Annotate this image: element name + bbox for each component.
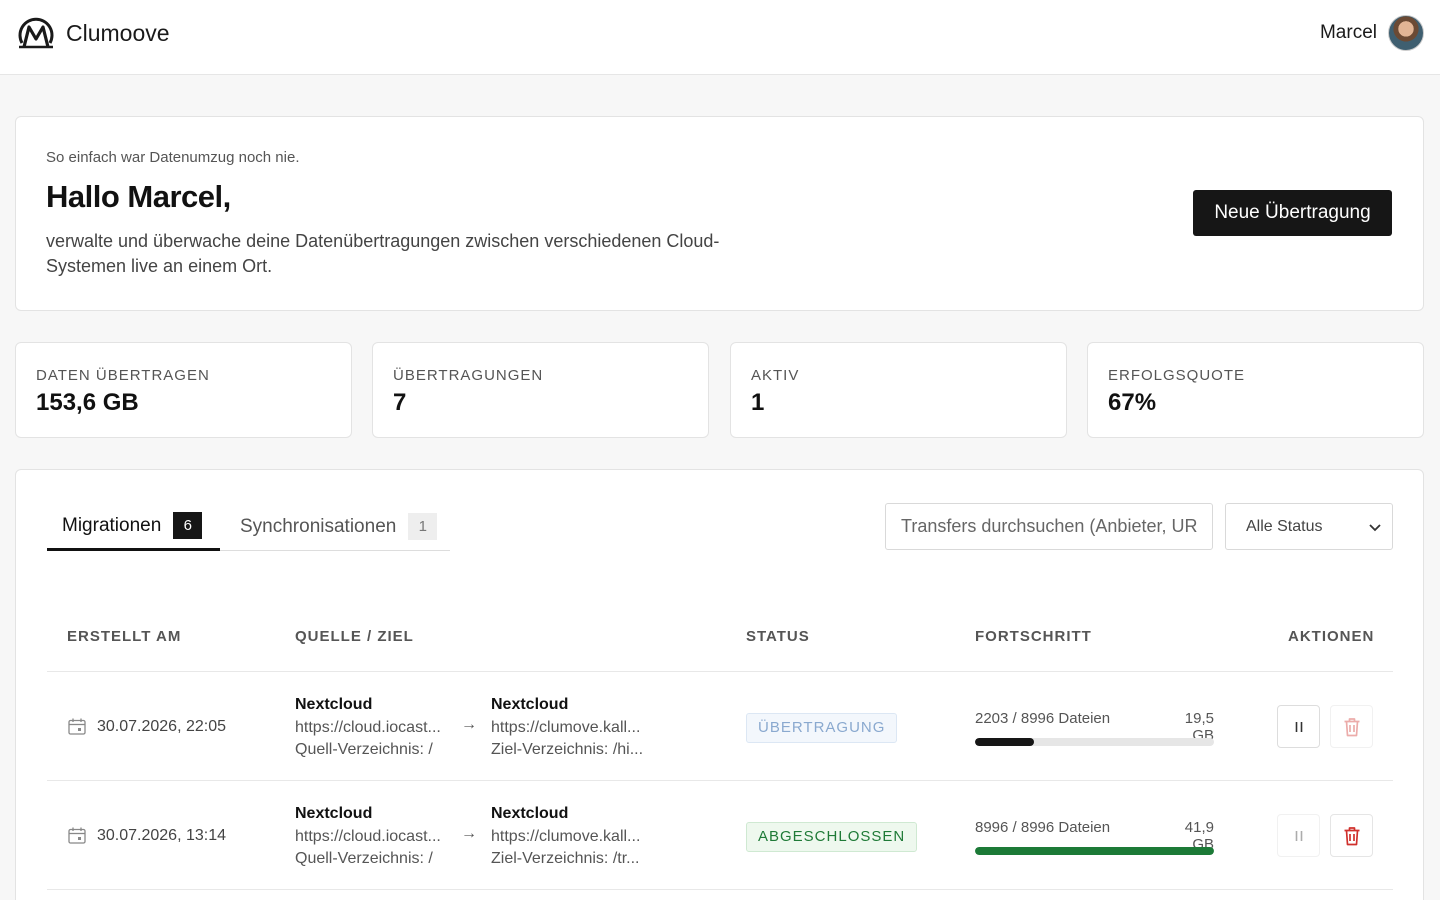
column-header-status: STATUS bbox=[746, 628, 810, 645]
stat-card-success-rate: ERFOLGSQUOTE 67% bbox=[1087, 342, 1424, 438]
progress-files: 8996 / 8996 Dateien bbox=[975, 819, 1111, 836]
stat-card-data-transferred: DATEN ÜBERTRAGEN 153,6 GB bbox=[15, 342, 352, 438]
status-filter-value: Alle Status bbox=[1246, 517, 1323, 535]
stat-label: ERFOLGSQUOTE bbox=[1108, 367, 1246, 384]
target-url: https://clumove.kall... bbox=[491, 718, 641, 736]
divider bbox=[47, 889, 1393, 890]
column-header-actions: AKTIONEN bbox=[1288, 628, 1375, 645]
target-directory: Ziel-Verzeichnis: /hi... bbox=[491, 741, 644, 758]
column-header-progress: FORTSCHRITT bbox=[975, 628, 1092, 645]
pause-icon bbox=[1295, 830, 1302, 841]
brand-name[interactable]: Clumoove bbox=[66, 20, 170, 47]
welcome-card: So einfach war Datenumzug noch nie. Hall… bbox=[15, 116, 1424, 311]
stat-value: 7 bbox=[393, 389, 407, 416]
user-name[interactable]: Marcel bbox=[1320, 22, 1377, 44]
table-row[interactable]: 30.07.2026, 13:14 Nextcloud https://clou… bbox=[47, 781, 1393, 889]
created-date: 30.07.2026, 13:14 bbox=[97, 827, 227, 844]
tab-label: Synchronisationen bbox=[240, 515, 397, 537]
stat-card-transfers: ÜBERTRAGUNGEN 7 bbox=[372, 342, 709, 438]
progress-bar bbox=[975, 738, 1214, 746]
source-directory: Quell-Verzeichnis: / bbox=[295, 741, 433, 758]
source-info: Nextcloud https://cloud.iocast... Quell-… bbox=[295, 803, 455, 871]
tagline: So einfach war Datenumzug noch nie. bbox=[46, 149, 300, 166]
target-provider: Nextcloud bbox=[491, 696, 569, 713]
source-info: Nextcloud https://cloud.iocast... Quell-… bbox=[295, 694, 455, 762]
stat-card-active: AKTIV 1 bbox=[730, 342, 1067, 438]
progress-bar-fill bbox=[975, 847, 1214, 855]
transfers-panel: Migrationen 6 Synchronisationen 1 Alle S… bbox=[15, 469, 1424, 900]
status-badge: ABGESCHLOSSEN bbox=[746, 822, 918, 852]
column-header-source-target: QUELLE / ZIEL bbox=[295, 628, 414, 645]
top-bar: Clumoove Marcel bbox=[0, 0, 1440, 75]
status-badge: ÜBERTRAGUNG bbox=[746, 713, 898, 743]
trash-icon bbox=[1344, 717, 1359, 736]
stat-label: ÜBERTRAGUNGEN bbox=[393, 367, 544, 384]
source-directory: Quell-Verzeichnis: / bbox=[295, 850, 433, 867]
welcome-description: verwalte und überwache deine Datenübertr… bbox=[46, 231, 720, 276]
avatar[interactable] bbox=[1388, 15, 1424, 51]
tab-migrations[interactable]: Migrationen 6 bbox=[47, 503, 220, 551]
source-provider: Nextcloud bbox=[295, 696, 373, 713]
delete-button[interactable] bbox=[1330, 814, 1373, 857]
stat-value: 1 bbox=[751, 389, 765, 416]
table-row[interactable]: 30.07.2026, 22:05 Nextcloud https://clou… bbox=[47, 672, 1393, 780]
stat-value: 67% bbox=[1108, 389, 1157, 416]
target-info: Nextcloud https://clumove.kall... Ziel-V… bbox=[491, 694, 651, 762]
source-provider: Nextcloud bbox=[295, 805, 373, 822]
tab-label: Migrationen bbox=[62, 514, 162, 536]
trash-icon bbox=[1344, 826, 1359, 845]
calendar-icon bbox=[68, 827, 86, 844]
pause-button[interactable] bbox=[1277, 814, 1320, 857]
progress-files: 2203 / 8996 Dateien bbox=[975, 710, 1111, 727]
calendar-icon bbox=[68, 718, 86, 735]
arrow-right-icon: → bbox=[461, 716, 477, 733]
target-provider: Nextcloud bbox=[491, 805, 569, 822]
pause-icon bbox=[1295, 721, 1302, 732]
column-header-created: ERSTELLT AM bbox=[67, 628, 182, 645]
status-filter-select[interactable]: Alle Status bbox=[1225, 503, 1393, 550]
new-transfer-button[interactable]: Neue Übertragung bbox=[1193, 190, 1392, 236]
target-url: https://clumove.kall... bbox=[491, 827, 641, 845]
progress-bar bbox=[975, 847, 1214, 855]
chevron-down-icon bbox=[1369, 524, 1381, 532]
search-input[interactable] bbox=[885, 503, 1213, 550]
arrow-right-icon: → bbox=[461, 825, 477, 842]
source-url: https://cloud.iocast... bbox=[295, 718, 441, 736]
stat-label: DATEN ÜBERTRAGEN bbox=[36, 367, 210, 384]
tab-count-badge: 6 bbox=[173, 512, 203, 539]
delete-button[interactable] bbox=[1330, 705, 1373, 748]
stat-value: 153,6 GB bbox=[36, 389, 139, 416]
created-date: 30.07.2026, 22:05 bbox=[97, 718, 227, 735]
stat-label: AKTIV bbox=[751, 367, 800, 384]
greeting-heading: Hallo Marcel, bbox=[46, 179, 231, 214]
tab-count-badge: 1 bbox=[408, 513, 438, 540]
source-url: https://cloud.iocast... bbox=[295, 827, 441, 845]
target-directory: Ziel-Verzeichnis: /tr... bbox=[491, 850, 640, 867]
tab-synchronizations[interactable]: Synchronisationen 1 bbox=[220, 503, 450, 551]
progress-bar-fill bbox=[975, 738, 1034, 746]
clumoove-logo-icon[interactable] bbox=[16, 13, 56, 53]
target-info: Nextcloud https://clumove.kall... Ziel-V… bbox=[491, 803, 651, 871]
pause-button[interactable] bbox=[1277, 705, 1320, 748]
